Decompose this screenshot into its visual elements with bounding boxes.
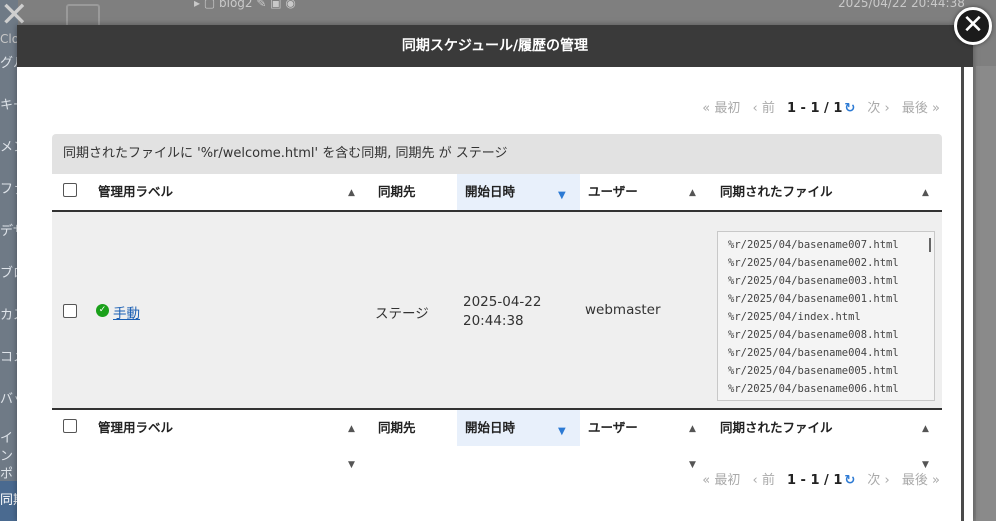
column-target-text: 同期先	[378, 420, 416, 435]
bg-blog-name: blog2	[219, 0, 253, 10]
bg-nav-item: コメ	[0, 350, 18, 365]
synced-files-list[interactable]: %r/2025/04/basename007.html %r/2025/04/b…	[717, 231, 935, 401]
column-target-header[interactable]: 同期先	[378, 174, 448, 210]
bg-right-strip	[976, 66, 996, 521]
row-start-datetime: 2025-04-22 20:44:38	[463, 293, 541, 331]
select-all-checkbox-bottom[interactable]	[63, 419, 77, 433]
row-user: webmaster	[585, 302, 661, 318]
bg-nav-item: バッ	[0, 392, 18, 407]
bg-nav-item: カス	[0, 308, 18, 323]
row-checkbox[interactable]	[63, 304, 77, 318]
column-files-header[interactable]: 同期されたファイル ▲▼	[720, 410, 932, 470]
file-item: %r/2025/04/basename005.html	[728, 365, 899, 377]
table-header: 管理用ラベル ▲▼ 同期先 開始日時 ▼ ユーザー ▲▼ 同期されたファイル ▲…	[52, 174, 942, 234]
table-footer-header: 管理用ラベル ▲ ▼ 同期先 開始日時 ▼ ユーザー ▲ ▼ 同期されたファイル ▲…	[52, 408, 942, 470]
refresh-icon[interactable]: ↻	[844, 101, 855, 116]
column-label-header[interactable]: 管理用ラベル ▲▼	[98, 410, 358, 470]
modal-scrollbar[interactable]	[961, 67, 964, 521]
pagination-count: 1 - 1 / 1	[786, 101, 843, 116]
bg-nav-item: ブロ	[0, 266, 18, 281]
column-label-text: 管理用ラベル	[98, 184, 174, 199]
background-sidebar: グル キー メン ファ デザ ブロ カス コメ バッ イン ポー 同期	[0, 0, 18, 521]
pagination-count: 1 - 1 / 1	[786, 473, 843, 488]
bg-nav-item: キー	[0, 98, 18, 113]
pagination-next-link[interactable]: 次 ›	[867, 473, 889, 488]
row-start-time: 20:44:38	[463, 313, 524, 329]
sort-desc-icon[interactable]: ▼	[558, 414, 566, 450]
files-scrollbar[interactable]	[929, 238, 931, 252]
column-user-header[interactable]: ユーザー ▲▼	[588, 410, 700, 470]
sync-history-modal: 同期スケジュール/履歴の管理 « 最初 ‹ 前 1 - 1 / 1 ↻ 次 › 最…	[17, 25, 973, 521]
column-start-header[interactable]: 開始日時 ▼	[457, 410, 580, 446]
row-label-text: 手動	[113, 306, 140, 322]
pagination-prev-link[interactable]: ‹ 前	[753, 473, 775, 488]
column-target-text: 同期先	[378, 184, 416, 199]
pagination-next-link[interactable]: 次 ›	[867, 101, 889, 116]
file-item: %r/2025/04/basename001.html	[728, 293, 899, 305]
file-item: %r/2025/04/basename008.html	[728, 329, 899, 341]
column-label-text: 管理用ラベル	[98, 420, 174, 435]
select-all-checkbox[interactable]	[63, 183, 77, 197]
table-row: ✓ 手動 ステージ 2025-04-22 20:44:38 webmaster …	[52, 212, 942, 408]
column-user-text: ユーザー	[588, 184, 638, 199]
bg-blog-row: ▸ ▢ blog2 ✎ ▣ ◉	[194, 0, 296, 10]
column-files-text: 同期されたファイル	[720, 420, 833, 435]
row-start-date: 2025-04-22	[463, 294, 542, 310]
column-files-header[interactable]: 同期されたファイル ▲▼	[720, 174, 932, 234]
column-label-header[interactable]: 管理用ラベル ▲▼	[98, 174, 358, 234]
pagination-first-link[interactable]: « 最初	[702, 473, 740, 488]
column-user-header[interactable]: ユーザー ▲▼	[588, 174, 700, 234]
file-item: %r/2025/04/basename006.html	[728, 383, 899, 395]
column-start-header[interactable]: 開始日時 ▼	[457, 174, 580, 210]
sync-table: 同期されたファイルに '%r/welcome.html' を含む同期, 同期先 …	[52, 134, 942, 470]
column-start-text: 開始日時	[465, 420, 516, 435]
modal-title: 同期スケジュール/履歴の管理	[17, 25, 973, 67]
row-target: ステージ	[375, 306, 429, 322]
close-icon[interactable]: ✕	[954, 7, 992, 45]
bg-nav-item: グル	[0, 56, 18, 71]
sort-desc-icon[interactable]: ▼	[558, 178, 566, 214]
refresh-icon[interactable]: ↻	[844, 473, 855, 488]
pagination-last-link[interactable]: 最後 »	[902, 101, 940, 116]
bg-nav-item: イン ポー	[0, 431, 14, 480]
pagination-top: « 最初 ‹ 前 1 - 1 / 1 ↻ 次 › 最後 »	[694, 97, 940, 116]
sort-icon[interactable]: ▲▼	[348, 411, 355, 483]
bg-date: 2025/04/22 20:44:38	[838, 0, 965, 10]
check-circle-icon: ✓	[96, 304, 109, 317]
column-target-header[interactable]: 同期先	[378, 410, 448, 446]
pagination-prev-link[interactable]: ‹ 前	[753, 101, 775, 116]
column-user-text: ユーザー	[588, 420, 638, 435]
bg-nav-item-active: 同期	[0, 481, 18, 521]
bg-nav-item: メン	[0, 140, 18, 155]
file-item: %r/2025/04/basename003.html	[728, 275, 899, 287]
file-item: %r/2025/04/basename002.html	[728, 257, 899, 269]
file-item: %r/2025/04/index.html	[728, 311, 861, 323]
bg-nav-item: ファ	[0, 182, 18, 197]
column-start-text: 開始日時	[465, 184, 516, 199]
pagination-last-link[interactable]: 最後 »	[902, 473, 940, 488]
file-item: %r/2025/04/basename007.html	[728, 239, 899, 251]
pagination-bottom: « 最初 ‹ 前 1 - 1 / 1 ↻ 次 › 最後 »	[694, 469, 940, 488]
file-item: %r/2025/04/basename004.html	[728, 347, 899, 359]
row-label-link[interactable]: 手動	[113, 302, 140, 322]
bg-nav-item: デザ	[0, 224, 18, 239]
filter-description: 同期されたファイルに '%r/welcome.html' を含む同期, 同期先 …	[52, 134, 942, 174]
pagination-first-link[interactable]: « 最初	[702, 101, 740, 116]
column-files-text: 同期されたファイル	[720, 184, 833, 199]
